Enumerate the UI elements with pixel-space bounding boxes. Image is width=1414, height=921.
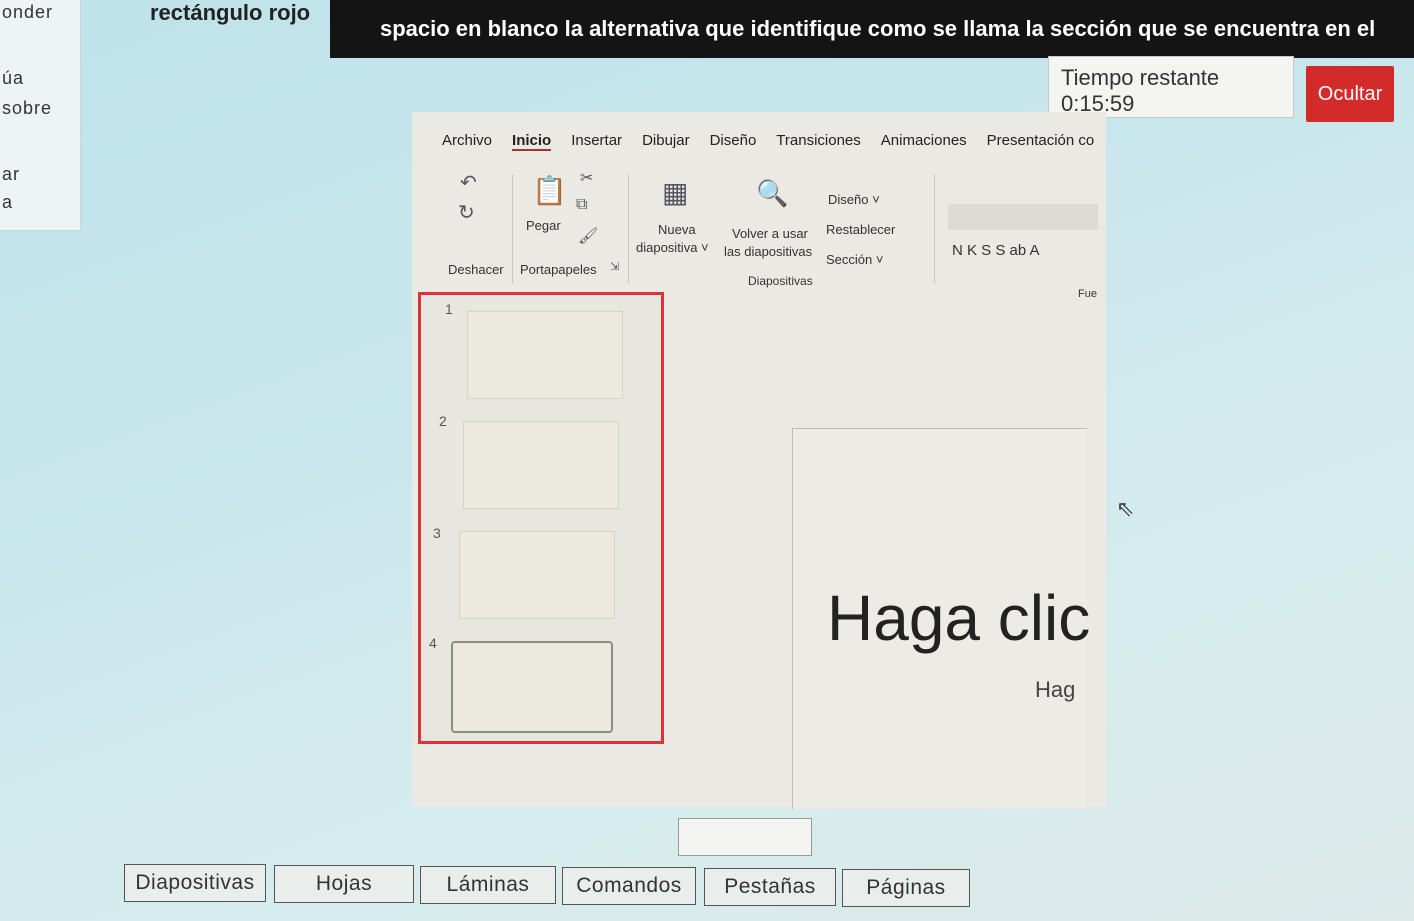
- left-fragment-3: sobre: [2, 98, 53, 118]
- new-slide-label-1[interactable]: Nueva: [658, 222, 696, 237]
- option-pestanas[interactable]: Pestañas: [704, 868, 836, 906]
- clipboard-group-label: Portapapeles: [520, 262, 597, 277]
- slide-title-placeholder[interactable]: Haga clic: [827, 581, 1090, 655]
- tab-diseno[interactable]: Diseño: [710, 132, 757, 151]
- tab-inicio[interactable]: Inicio: [512, 132, 552, 151]
- slide-canvas[interactable]: Haga clic Hag: [792, 428, 1090, 809]
- reuse-slides-label-2[interactable]: las diapositivas: [724, 244, 812, 259]
- slide-thumbnail-2[interactable]: [463, 421, 619, 509]
- font-name-box[interactable]: [948, 204, 1098, 230]
- tab-dibujar[interactable]: Dibujar: [642, 132, 690, 151]
- group-separator: [934, 174, 935, 284]
- reuse-slides-label-1[interactable]: Volver a usar: [732, 226, 808, 241]
- section-button[interactable]: Sección ˅: [826, 252, 883, 267]
- new-slide-icon[interactable]: ▦: [662, 176, 688, 209]
- left-fragment-2: úa: [2, 68, 25, 88]
- ribbon-tabs: Archivo Inicio Insertar Dibujar Diseño T…: [442, 132, 1094, 151]
- left-fragment-5: a: [2, 192, 14, 212]
- copy-icon[interactable]: ⧉: [576, 196, 587, 214]
- hide-button[interactable]: Ocultar: [1306, 66, 1394, 122]
- slides-group-label: Diapositivas: [748, 274, 813, 288]
- question-text-line2: spacio en blanco la alternativa que iden…: [380, 16, 1380, 41]
- group-separator: [628, 174, 629, 284]
- tab-transiciones[interactable]: Transiciones: [776, 132, 860, 151]
- slide-thumbnail-3[interactable]: [459, 531, 615, 619]
- option-diapositivas[interactable]: Diapositivas: [124, 864, 266, 902]
- slide-subtitle-placeholder[interactable]: Hag: [1035, 677, 1075, 703]
- layout-button[interactable]: Diseño ˅: [828, 192, 880, 207]
- option-comandos[interactable]: Comandos: [562, 867, 696, 905]
- thumb-number-3: 3: [433, 525, 441, 541]
- undo-group-label: Deshacer: [448, 262, 504, 277]
- option-hojas[interactable]: Hojas: [274, 865, 414, 903]
- paste-label[interactable]: Pegar: [526, 218, 561, 233]
- tab-archivo[interactable]: Archivo: [442, 132, 492, 151]
- left-fragment-1: onder: [2, 2, 54, 22]
- paste-icon[interactable]: 📋: [532, 174, 567, 207]
- text-format-buttons[interactable]: N K S S ab A: [952, 242, 1040, 259]
- cut-icon[interactable]: ✂: [580, 168, 593, 188]
- slide-thumbnail-1[interactable]: [467, 311, 623, 399]
- timer-display: Tiempo restante 0:15:59: [1048, 56, 1294, 118]
- undo-icon[interactable]: ↶: [460, 170, 477, 195]
- new-slide-label-2[interactable]: diapositiva ˅: [636, 240, 709, 255]
- question-text-line1: rectángulo rojo: [150, 0, 311, 25]
- format-painter-icon[interactable]: 🖌: [578, 226, 598, 246]
- reuse-slides-icon[interactable]: 🔍: [756, 178, 788, 209]
- redo-icon[interactable]: ↻: [458, 200, 475, 225]
- thumb-number-4: 4: [429, 635, 437, 651]
- option-laminas[interactable]: Láminas: [420, 866, 556, 904]
- tab-insertar[interactable]: Insertar: [571, 132, 622, 151]
- slide-thumbnail-pane[interactable]: 1 2 3 4: [418, 292, 664, 744]
- ribbon-home: ↶ ↻ Deshacer 📋 Pegar ✂ ⧉ 🖌 Portapapeles …: [412, 164, 1106, 300]
- tab-presentacion[interactable]: Presentación co: [987, 132, 1095, 151]
- slide-thumbnail-4[interactable]: [451, 641, 613, 733]
- left-fragment-4: ar: [2, 164, 21, 184]
- thumb-number-2: 2: [439, 413, 447, 429]
- answer-blank-box[interactable]: [678, 818, 812, 856]
- mouse-cursor-icon: ⇖: [1116, 496, 1135, 521]
- dialog-launcher-icon[interactable]: ⇲: [610, 260, 619, 273]
- left-side-panel: onder úa sobre ar a: [0, 0, 81, 231]
- font-group-label: Fue: [1078, 288, 1097, 300]
- tab-animaciones[interactable]: Animaciones: [881, 132, 967, 151]
- group-separator: [512, 174, 513, 284]
- thumb-number-1: 1: [445, 301, 453, 317]
- reset-button[interactable]: Restablecer: [826, 222, 895, 237]
- option-paginas[interactable]: Páginas: [842, 869, 970, 907]
